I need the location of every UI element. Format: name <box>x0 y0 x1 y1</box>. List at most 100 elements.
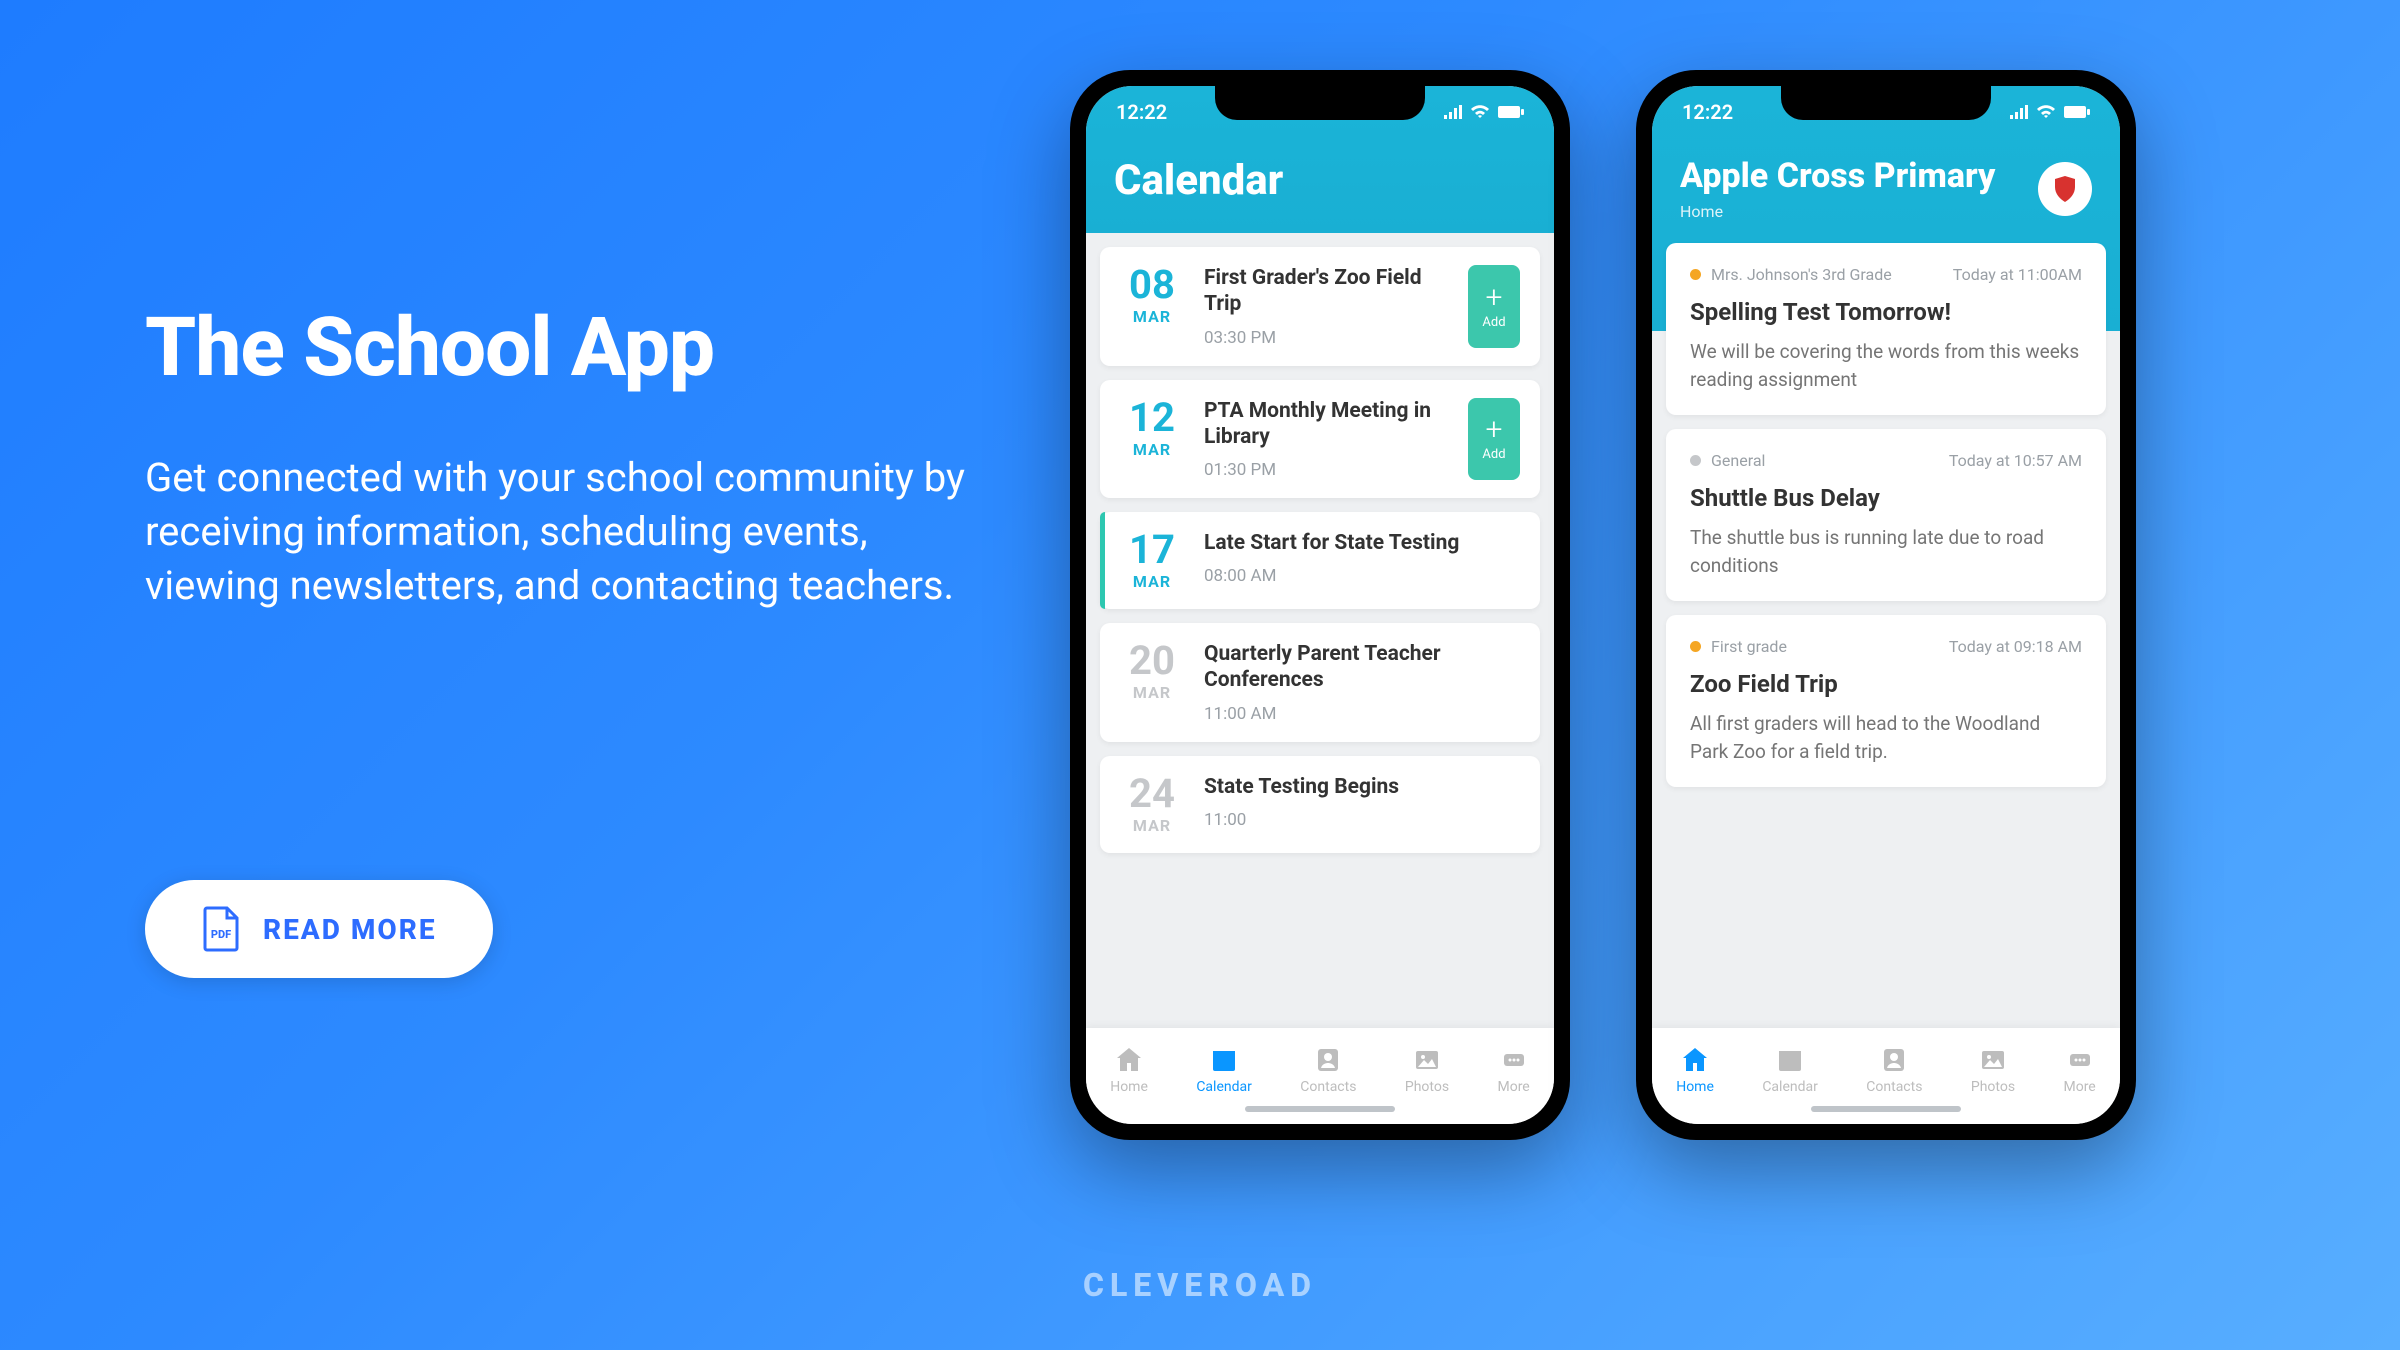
post-body: We will be covering the words from this … <box>1690 338 2082 393</box>
post-title: Shuttle Bus Delay <box>1690 484 2082 512</box>
hero: The School App Get connected with your s… <box>145 300 965 613</box>
status-time: 12:22 <box>1116 100 1167 124</box>
event-date: 24MAR <box>1120 774 1184 835</box>
event-time: 11:00 <box>1204 810 1520 830</box>
event-body: PTA Monthly Meeting in Library 01:30 PM <box>1204 398 1448 481</box>
event-date: 12MAR <box>1120 398 1184 459</box>
school-avatar[interactable] <box>2038 162 2092 216</box>
add-button[interactable]: +Add <box>1468 398 1520 481</box>
home-icon <box>1114 1045 1144 1075</box>
post-time: Today at 10:57 AM <box>1949 451 2082 470</box>
category-dot-icon <box>1690 641 1701 652</box>
hero-desc: Get connected with your school community… <box>145 451 965 613</box>
phone-feed: 12:22 Apple Cross Primary Home Mrs. John… <box>1636 70 2136 1140</box>
home-icon <box>1680 1045 1710 1075</box>
event-title: PTA Monthly Meeting in Library <box>1204 398 1448 451</box>
signal-icon <box>1444 105 1462 119</box>
contacts-icon <box>1313 1045 1343 1075</box>
tab-label: Photos <box>1971 1079 2015 1095</box>
home-indicator <box>1811 1106 1961 1112</box>
status-time: 12:22 <box>1682 100 1733 124</box>
wifi-icon <box>2036 105 2056 119</box>
page-title: Calendar <box>1114 156 1526 205</box>
read-more-button[interactable]: PDF READ MORE <box>145 880 493 978</box>
photos-icon <box>1412 1045 1442 1075</box>
tab-more[interactable]: More <box>2063 1045 2095 1095</box>
event-title: First Grader's Zoo Field Trip <box>1204 265 1448 318</box>
tab-home[interactable]: Home <box>1110 1045 1148 1095</box>
post-category: General <box>1690 451 1765 470</box>
tab-contacts[interactable]: Contacts <box>1866 1045 1922 1095</box>
event-date: 08MAR <box>1120 265 1184 326</box>
event-card[interactable]: 17MAR Late Start for State Testing08:00 A… <box>1100 512 1540 609</box>
event-title: Late Start for State Testing <box>1204 530 1520 556</box>
calendar-icon <box>1209 1045 1239 1075</box>
tab-calendar[interactable]: Calendar <box>1196 1045 1252 1095</box>
event-body: Quarterly Parent Teacher Conferences 11:0… <box>1204 641 1520 724</box>
contacts-icon <box>1879 1045 1909 1075</box>
post-card[interactable]: General Today at 10:57 AM Shuttle Bus Dela… <box>1666 429 2106 601</box>
more-icon <box>2065 1045 2095 1075</box>
event-title: Quarterly Parent Teacher Conferences <box>1204 641 1520 694</box>
tab-photos[interactable]: Photos <box>1405 1045 1449 1095</box>
tab-label: Contacts <box>1866 1079 1922 1095</box>
event-card[interactable]: 24MAR State Testing Begins 11:00 <box>1100 756 1540 853</box>
event-card[interactable]: 20MAR Quarterly Parent Teacher Conference… <box>1100 623 1540 742</box>
calendar-icon <box>1775 1045 1805 1075</box>
tab-label: Calendar <box>1762 1079 1818 1095</box>
tab-label: Photos <box>1405 1079 1449 1095</box>
phone-notch <box>1215 86 1425 120</box>
add-button[interactable]: +Add <box>1468 265 1520 348</box>
category-dot-icon <box>1690 455 1701 466</box>
tab-label: Home <box>1676 1079 1714 1095</box>
post-time: Today at 09:18 AM <box>1949 637 2082 656</box>
brand-label: CLEVEROAD <box>1083 1266 1317 1304</box>
event-time: 11:00 AM <box>1204 704 1520 724</box>
plus-icon: + <box>1486 283 1503 313</box>
event-body: State Testing Begins 11:00 <box>1204 774 1520 830</box>
status-icons <box>1444 105 1524 119</box>
event-body: First Grader's Zoo Field Trip 03:30 PM <box>1204 265 1448 348</box>
post-category: First grade <box>1690 637 1787 656</box>
tab-label: Contacts <box>1300 1079 1356 1095</box>
more-icon <box>1499 1045 1529 1075</box>
post-title: Zoo Field Trip <box>1690 670 2082 698</box>
home-indicator <box>1245 1106 1395 1112</box>
post-body: All first graders will head to the Woodl… <box>1690 710 2082 765</box>
event-date: 17MAR <box>1120 530 1184 591</box>
post-list: Mrs. Johnson's 3rd GradeToday at 11:00AM… <box>1652 243 2120 787</box>
event-time: 03:30 PM <box>1204 328 1448 348</box>
wifi-icon <box>1470 105 1490 119</box>
photos-icon <box>1978 1045 2008 1075</box>
battery-icon <box>1498 105 1524 119</box>
post-title: Spelling Test Tomorrow! <box>1690 298 2082 326</box>
plus-icon: + <box>1486 415 1503 445</box>
category-dot-icon <box>1690 269 1701 280</box>
pdf-icon: PDF <box>201 906 241 952</box>
tab-home[interactable]: Home <box>1676 1045 1714 1095</box>
status-icons <box>2010 105 2090 119</box>
tab-photos[interactable]: Photos <box>1971 1045 2015 1095</box>
post-category: Mrs. Johnson's 3rd Grade <box>1690 265 1892 284</box>
breadcrumb: Home <box>1680 202 1995 221</box>
post-body: The shuttle bus is running late due to r… <box>1690 524 2082 579</box>
signal-icon <box>2010 105 2028 119</box>
post-card[interactable]: First grade Today at 09:18 AM Zoo Field Tr… <box>1666 615 2106 787</box>
post-card[interactable]: Mrs. Johnson's 3rd GradeToday at 11:00AM… <box>1666 243 2106 415</box>
event-time: 01:30 PM <box>1204 460 1448 480</box>
tab-more[interactable]: More <box>1497 1045 1529 1095</box>
school-title: Apple Cross Primary <box>1680 156 1995 196</box>
tab-contacts[interactable]: Contacts <box>1300 1045 1356 1095</box>
phone-notch <box>1781 86 1991 120</box>
event-date: 20MAR <box>1120 641 1184 702</box>
phone-calendar: 12:22 Calendar 08MAR First Grader's Zoo F… <box>1070 70 1570 1140</box>
tab-label: More <box>1497 1079 1529 1095</box>
tab-label: Home <box>1110 1079 1148 1095</box>
event-card[interactable]: 12MAR PTA Monthly Meeting in Library 01:30… <box>1100 380 1540 499</box>
read-more-label: READ MORE <box>263 913 437 946</box>
event-body: Late Start for State Testing08:00 AM <box>1204 530 1520 586</box>
event-card[interactable]: 08MAR First Grader's Zoo Field Trip 03:30 … <box>1100 247 1540 366</box>
event-title: State Testing Begins <box>1204 774 1520 800</box>
tab-calendar[interactable]: Calendar <box>1762 1045 1818 1095</box>
tab-label: More <box>2063 1079 2095 1095</box>
